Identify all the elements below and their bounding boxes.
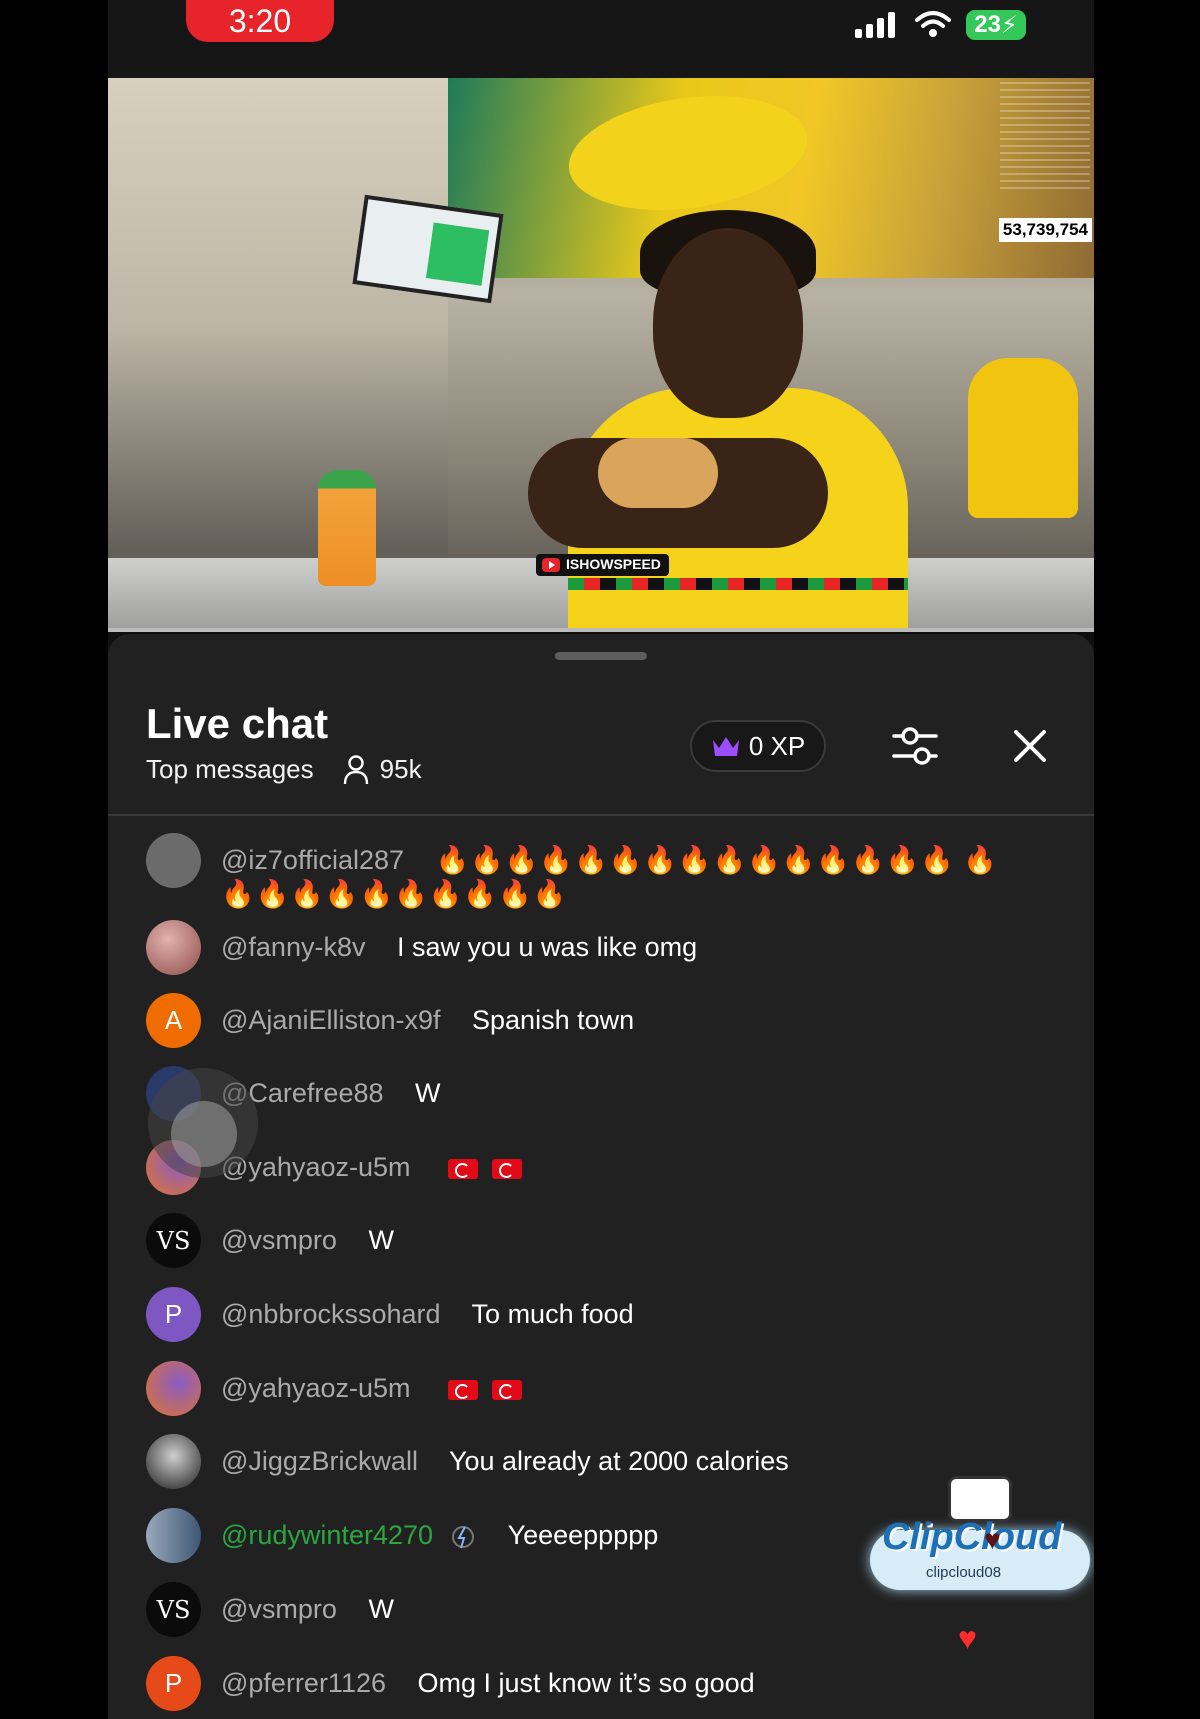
chat-title: Live chat (146, 700, 329, 747)
avatar[interactable] (146, 1508, 201, 1563)
video-scene-bottle (318, 470, 376, 586)
chat-subheader[interactable]: Top messages 95k (146, 754, 422, 785)
turkey-flag-icon (448, 1158, 479, 1179)
chat-message[interactable]: VS @vsmpro W (146, 1582, 394, 1637)
turkey-flag-icon (491, 1379, 522, 1400)
chat-message[interactable]: P @pferrer1126 Omg I just know it’s so g… (146, 1656, 755, 1711)
filter-icon[interactable] (890, 722, 940, 770)
video-progress-bar[interactable] (108, 628, 1094, 632)
message-text: W (415, 1078, 441, 1108)
message-text: Omg I just know it’s so good (417, 1668, 755, 1698)
message-author[interactable]: @JiggzBrickwall (221, 1446, 418, 1476)
crown-icon (712, 737, 739, 756)
person-icon (343, 754, 368, 784)
channel-tag: ISHOWSPEED (536, 554, 669, 576)
video-scene-worker (968, 358, 1078, 518)
view-counter: 53,739,754 (998, 218, 1092, 242)
wifi-icon (915, 11, 951, 37)
message-author[interactable]: @rudywinter4270 (221, 1520, 433, 1550)
message-author[interactable]: @yahyaoz-u5m (221, 1373, 411, 1403)
turkey-flag-icon (448, 1379, 479, 1400)
avatar[interactable] (146, 1361, 201, 1416)
avatar[interactable] (146, 920, 201, 975)
message-text: W (368, 1225, 394, 1255)
stream-overlay-text (1000, 82, 1090, 192)
message-author[interactable]: @nbbrockssohard (221, 1299, 441, 1329)
message-author[interactable]: @yahyaoz-u5m (221, 1152, 411, 1182)
avatar[interactable]: VS (146, 1582, 201, 1637)
battery-level: 23 (974, 11, 1001, 38)
signal-icon (855, 12, 895, 38)
message-author[interactable]: @pferrer1126 (221, 1668, 386, 1698)
message-author[interactable]: @fanny-k8v (221, 932, 365, 962)
chat-message[interactable]: VS @vsmpro W (146, 1213, 394, 1268)
message-text: Yeeeeppppp (507, 1520, 659, 1550)
avatar[interactable]: P (146, 1656, 201, 1711)
heart-icon: ♥ (984, 1524, 1001, 1555)
youtube-icon (542, 558, 560, 572)
chat-message[interactable]: @fanny-k8v I saw you u was like omg (146, 920, 697, 975)
video-scene-tv (352, 194, 504, 304)
message-text: You already at 2000 calories (448, 1446, 789, 1476)
xp-button[interactable]: 0 XP (690, 720, 826, 772)
phone-screen: 3:20 23 ⚡ 53,739,754 ISHOWSPEED Live cha… (108, 0, 1094, 1719)
chat-message[interactable]: A @AjaniElliston-x9f Spanish town (146, 993, 634, 1048)
avatar[interactable] (146, 1434, 201, 1489)
status-bar: 3:20 23 ⚡ (108, 0, 1094, 78)
video-player[interactable]: 53,739,754 ISHOWSPEED (108, 78, 1094, 628)
avatar[interactable]: VS (146, 1213, 201, 1268)
watermark-handle: clipcloud08 (926, 1564, 1002, 1581)
close-icon[interactable] (1010, 726, 1050, 766)
chat-divider (108, 814, 1094, 816)
avatar[interactable]: A (146, 993, 201, 1048)
message-author[interactable]: @AjaniElliston-x9f (221, 1005, 441, 1035)
message-author[interactable]: @vsmpro (221, 1594, 337, 1624)
message-author[interactable]: @vsmpro (221, 1225, 337, 1255)
xp-label: 0 XP (748, 730, 806, 761)
assistive-touch-inner[interactable] (171, 1101, 237, 1167)
video-scene-wall (108, 78, 448, 628)
chat-message[interactable]: @iz7official287 🔥🔥🔥🔥🔥🔥🔥🔥🔥🔥🔥🔥🔥🔥🔥 🔥🔥🔥🔥🔥🔥🔥🔥… (146, 833, 1021, 911)
chat-mode-label: Top messages (146, 754, 314, 784)
chat-message[interactable]: P @nbbrockssohard To much food (146, 1287, 634, 1342)
message-text: Spanish town (472, 1005, 635, 1035)
avatar[interactable]: P (146, 1287, 201, 1342)
message-text: I saw you u was like omg (396, 932, 698, 962)
status-time: 3:20 (186, 0, 334, 42)
turkey-flag-icon (491, 1158, 522, 1179)
battery-icon: 23 ⚡ (966, 10, 1026, 40)
member-badge-icon (451, 1525, 474, 1549)
message-author[interactable]: @iz7official287 (221, 845, 404, 875)
clipcloud-watermark: ClipCloud clipcloud08 (870, 1468, 1090, 1598)
heart-icon: ♥ (958, 1620, 977, 1656)
message-text: To much food (471, 1299, 634, 1329)
watermark-title: ClipCloud (882, 1516, 1062, 1558)
avatar[interactable] (146, 833, 201, 888)
message-text: W (368, 1594, 394, 1624)
chat-message[interactable]: @rudywinter4270 Yeeeeppppp (146, 1508, 658, 1563)
drag-handle[interactable] (555, 652, 647, 660)
chat-message[interactable]: @JiggzBrickwall You already at 2000 calo… (146, 1434, 789, 1489)
chat-message[interactable]: @yahyaoz-u5m (146, 1361, 522, 1416)
viewer-count: 95k (379, 754, 422, 784)
